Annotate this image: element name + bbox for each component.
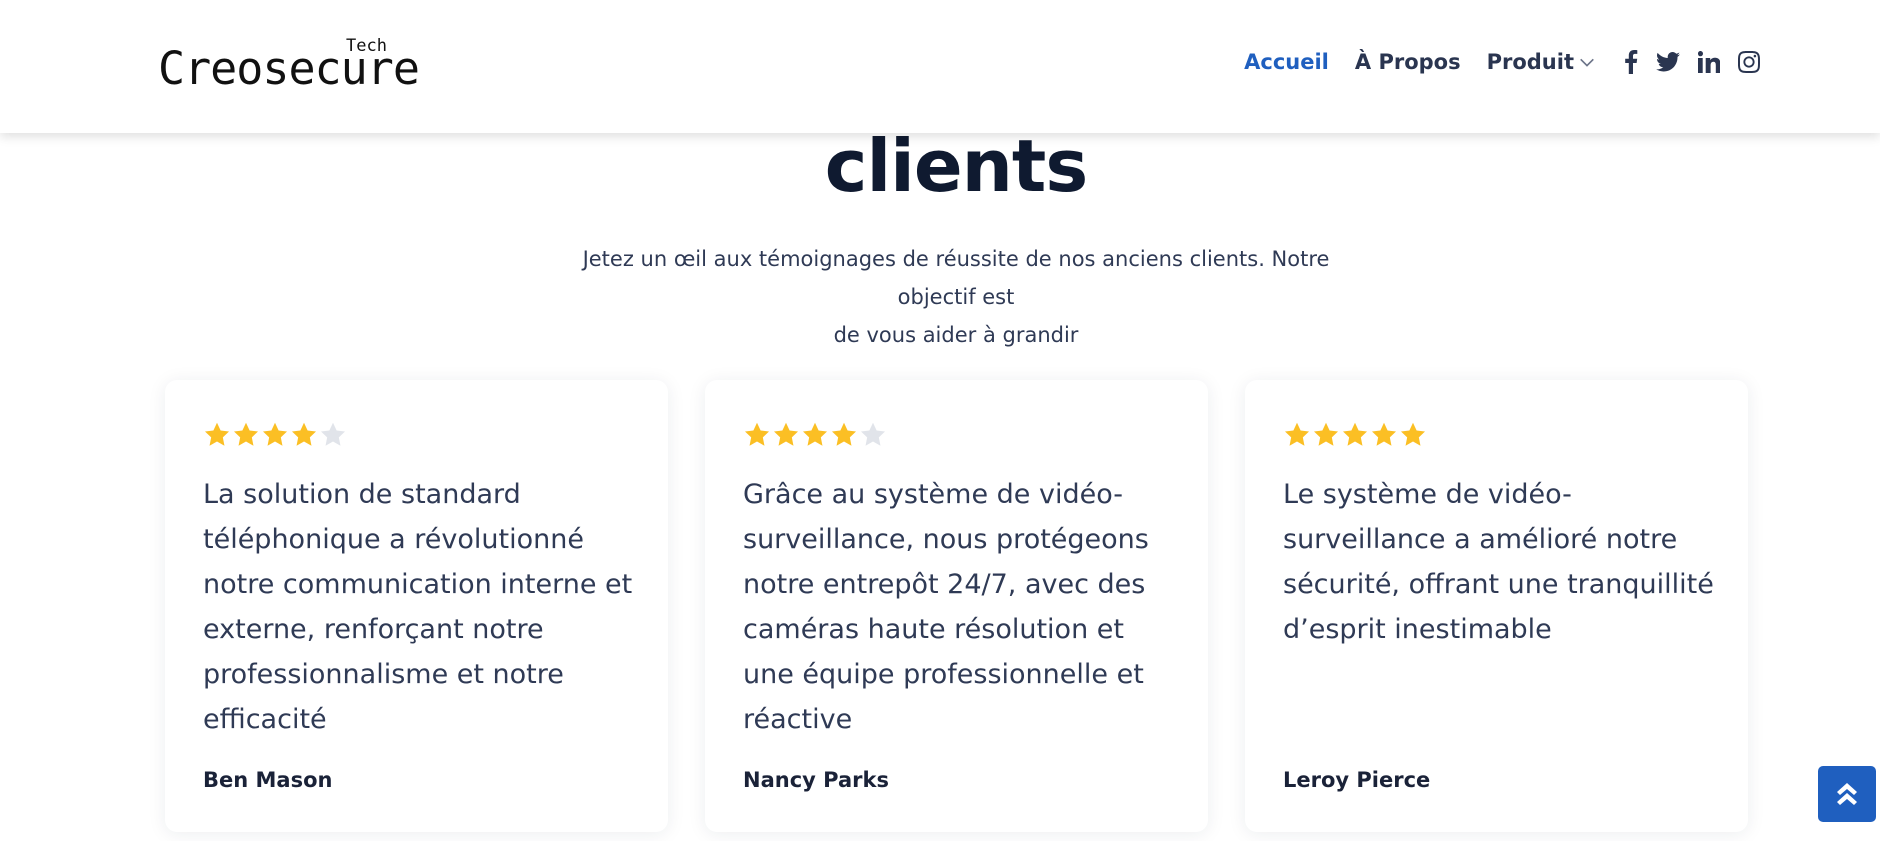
facebook-icon[interactable] — [1624, 50, 1638, 74]
testimonial-author: Leroy Pierce — [1283, 768, 1431, 792]
linkedin-icon[interactable] — [1698, 51, 1720, 73]
chevron-down-icon — [1578, 53, 1596, 71]
section-subtitle: Jetez un œil aux témoignages de réussite… — [560, 240, 1352, 354]
star-filled-icon — [1283, 421, 1311, 449]
nav-link-produit-label: Produit — [1486, 50, 1574, 74]
star-filled-icon — [1399, 421, 1427, 449]
testimonial-card: Le système de vidéo-surveillance a améli… — [1245, 380, 1748, 832]
nav-link-produit[interactable]: Produit — [1487, 50, 1596, 74]
logo[interactable]: Creosecure Tech — [158, 34, 420, 95]
star-empty-icon — [859, 421, 887, 449]
section-subtitle-line-1: Jetez un œil aux témoignages de réussite… — [582, 247, 1330, 309]
star-filled-icon — [261, 421, 289, 449]
social-links — [1624, 50, 1760, 74]
double-chevron-up-icon — [1837, 783, 1857, 805]
star-filled-icon — [232, 421, 260, 449]
star-filled-icon — [830, 421, 858, 449]
testimonial-author: Ben Mason — [203, 768, 333, 792]
twitter-icon[interactable] — [1656, 52, 1680, 72]
instagram-icon[interactable] — [1738, 51, 1760, 73]
back-to-top-button[interactable] — [1818, 766, 1876, 822]
nav-link-a-propos[interactable]: À Propos — [1355, 50, 1461, 74]
section-subtitle-line-2: de vous aider à grandir — [833, 323, 1079, 347]
star-filled-icon — [1341, 421, 1369, 449]
testimonial-card: Grâce au système de vidéo-surveillance, … — [705, 380, 1208, 832]
testimonial-quote: La solution de standard téléphonique a r… — [203, 479, 633, 735]
star-filled-icon — [772, 421, 800, 449]
star-filled-icon — [743, 421, 771, 449]
testimonial-quote: Le système de vidéo-surveillance a améli… — [1283, 479, 1714, 645]
testimonial-quote: Grâce au système de vidéo-surveillance, … — [743, 479, 1149, 735]
star-filled-icon — [1312, 421, 1340, 449]
testimonial-author: Nancy Parks — [743, 768, 889, 792]
star-filled-icon — [801, 421, 829, 449]
star-filled-icon — [290, 421, 318, 449]
nav-link-accueil[interactable]: Accueil — [1244, 50, 1329, 74]
logo-sub-text: Tech — [346, 36, 387, 56]
star-empty-icon — [319, 421, 347, 449]
site-header: Creosecure Tech Accueil À Propos Produit — [0, 0, 1880, 133]
testimonial-list: La solution de standard téléphonique a r… — [165, 380, 1748, 832]
section-title: clients — [824, 124, 1088, 208]
star-rating — [743, 420, 1170, 450]
testimonial-card: La solution de standard téléphonique a r… — [165, 380, 668, 832]
star-rating — [1283, 420, 1710, 450]
main-nav: Accueil À Propos Produit — [1244, 44, 1760, 80]
star-filled-icon — [203, 421, 231, 449]
star-filled-icon — [1370, 421, 1398, 449]
star-rating — [203, 420, 630, 450]
